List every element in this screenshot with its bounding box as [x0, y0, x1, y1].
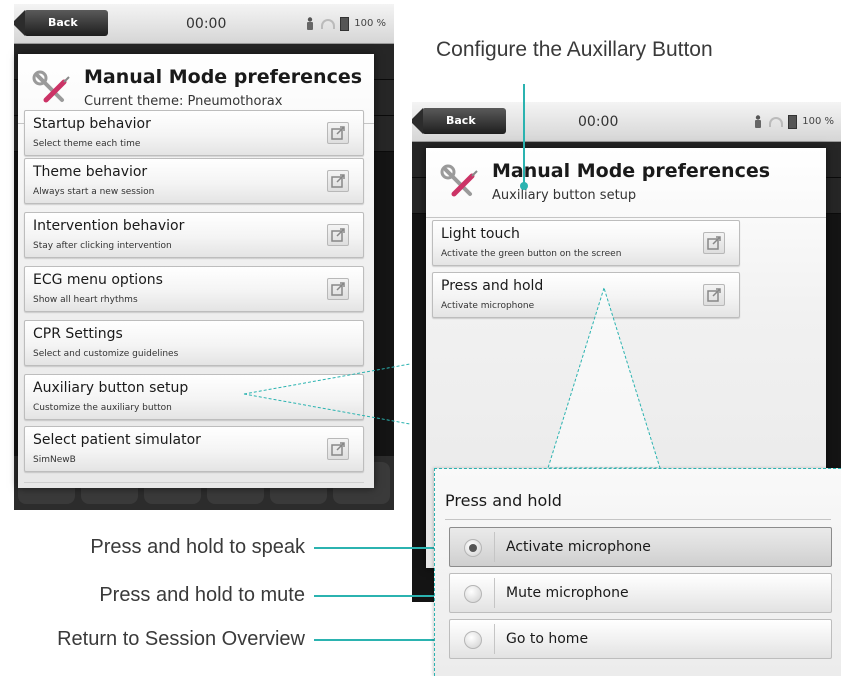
pref-ecg-menu-options[interactable]: ECG menu options Show all heart rhythms [24, 266, 364, 312]
pref-auxiliary-button-setup[interactable]: Auxiliary button setup Customize the aux… [24, 374, 364, 420]
external-link-icon [327, 278, 349, 300]
pref-select-patient-simulator[interactable]: Select patient simulator SimNewB [24, 426, 364, 472]
status-icons: 100 % [752, 102, 834, 142]
pref-title: Press and hold [441, 278, 544, 294]
back-button[interactable]: Back [14, 10, 108, 36]
pref-description: Activate microphone [441, 301, 535, 311]
annotation-home: Return to Session Overview [57, 628, 305, 650]
radio-unselected-icon [464, 585, 482, 603]
back-button[interactable]: Back [412, 108, 506, 134]
pref-title: CPR Settings [33, 326, 123, 342]
pref-intervention-behavior[interactable]: Intervention behavior Stay after clickin… [24, 212, 364, 258]
radio-unselected-icon [464, 631, 482, 649]
panel-title: Press and hold [445, 491, 562, 510]
option-go-to-home[interactable]: Go to home [449, 619, 832, 659]
dialog-title: Manual Mode preferences [84, 66, 363, 88]
clock: 00:00 [186, 16, 227, 32]
radio-selected-icon [464, 539, 482, 557]
external-link-icon [327, 170, 349, 192]
pref-cpr-settings[interactable]: CPR Settings Select and customize guidel… [24, 320, 364, 366]
option-label: Mute microphone [506, 585, 629, 601]
external-link-icon [703, 232, 725, 254]
divider [494, 578, 495, 608]
option-mute-microphone[interactable]: Mute microphone [449, 573, 832, 613]
preferences-dialog: Manual Mode preferences Current theme: P… [18, 54, 374, 488]
pref-press-and-hold[interactable]: Press and hold Activate microphone [432, 272, 740, 318]
divider [24, 482, 364, 483]
tools-icon [32, 70, 70, 103]
status-icons: 100 % [304, 4, 386, 44]
option-label: Go to home [506, 631, 589, 647]
wifi-icon [769, 117, 784, 127]
pref-description: Always start a new session [33, 187, 155, 197]
status-bar: Back 00:00 100 % [14, 4, 394, 44]
option-label: Activate microphone [506, 539, 651, 555]
pref-description: Activate the green button on the screen [441, 249, 622, 259]
dialog-title: Manual Mode preferences [492, 160, 771, 182]
divider [494, 532, 495, 562]
pref-description: Show all heart rhythms [33, 295, 138, 305]
dialog-subtitle: Auxiliary button setup [492, 188, 637, 203]
status-bar: Back 00:00 100 % [412, 102, 841, 142]
external-link-icon [327, 122, 349, 144]
battery-icon [340, 17, 350, 31]
annotation-speak: Press and hold to speak [90, 536, 305, 558]
person-icon [755, 115, 762, 128]
battery-level: 100 % [354, 18, 386, 29]
pref-title: Theme behavior [33, 164, 148, 180]
pref-light-touch[interactable]: Light touch Activate the green button on… [432, 220, 740, 266]
pref-title: Light touch [441, 226, 520, 242]
tools-icon [440, 164, 478, 197]
pref-description: Customize the auxiliary button [33, 403, 172, 413]
battery-icon [788, 115, 798, 129]
pref-title: Startup behavior [33, 116, 151, 132]
pref-title: ECG menu options [33, 272, 163, 288]
pref-description: Stay after clicking intervention [33, 241, 172, 251]
pref-title: Select patient simulator [33, 432, 201, 448]
clock: 00:00 [578, 114, 619, 130]
dialog-header: Manual Mode preferences Auxiliary button… [426, 148, 826, 218]
pref-theme-behavior[interactable]: Theme behavior Always start a new sessio… [24, 158, 364, 204]
external-link-icon [327, 438, 349, 460]
divider [494, 624, 495, 654]
external-link-icon [327, 224, 349, 246]
battery-level: 100 % [802, 116, 834, 127]
pref-title: Auxiliary button setup [33, 380, 189, 396]
pref-description: Select theme each time [33, 139, 141, 149]
person-icon [307, 17, 314, 30]
press-and-hold-panel: Press and hold Activate microphone Mute … [434, 468, 841, 676]
dialog-subtitle: Current theme: Pneumothorax [84, 94, 283, 109]
external-link-icon [703, 284, 725, 306]
option-activate-microphone[interactable]: Activate microphone [449, 527, 832, 567]
divider [445, 519, 831, 520]
annotation-configure-auxiliary: Configure the Auxillary Button [436, 38, 713, 61]
pref-startup-behavior[interactable]: Startup behavior Select theme each time [24, 110, 364, 156]
pref-description: Select and customize guidelines [33, 349, 179, 359]
pref-title: Intervention behavior [33, 218, 185, 234]
pref-description: SimNewB [33, 455, 76, 465]
wifi-icon [321, 19, 336, 29]
annotation-mute: Press and hold to mute [99, 584, 305, 606]
